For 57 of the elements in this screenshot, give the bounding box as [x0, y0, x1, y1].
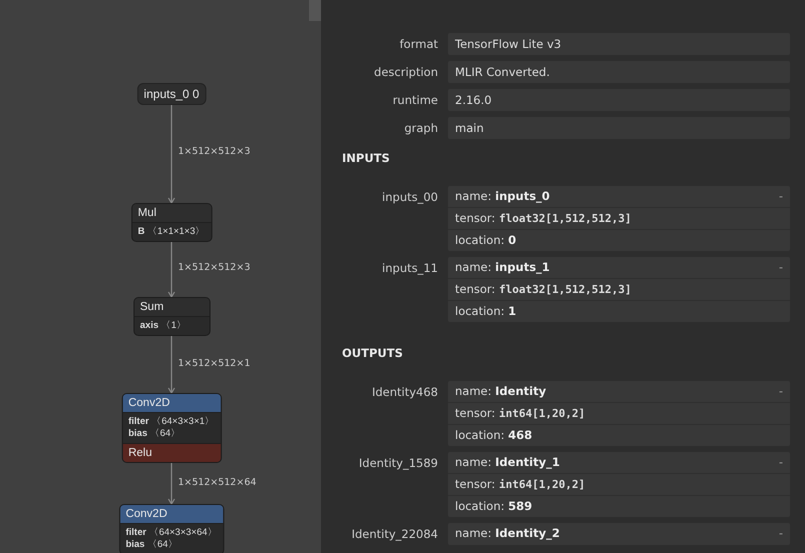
expand-toggle[interactable]: -	[778, 186, 783, 207]
argument-field: location: 1	[455, 301, 516, 322]
edge-label: 1×512×512×64	[178, 476, 256, 488]
property-label: format	[398, 36, 438, 53]
node-header[interactable]: Sum	[134, 298, 209, 316]
edge-label: 1×512×512×3	[178, 146, 250, 157]
section-heading: INPUTS	[342, 151, 391, 165]
argument-field: name: inputs_1	[455, 257, 550, 278]
expand-toggle[interactable]: -	[778, 381, 783, 402]
argument-field: tensor: float32[1,512,512,3]	[455, 279, 632, 300]
argument-label: inputs_11	[381, 260, 438, 277]
expand-toggle[interactable]: -	[778, 257, 783, 278]
section-heading: OUTPUTS	[342, 346, 404, 360]
scrollbar-thumb[interactable]	[309, 0, 321, 21]
edge-label: 1×512×512×1	[178, 358, 250, 368]
graph-node[interactable]: Conv2D filter 〈64×3×3×1〉 bias 〈64〉 Relu	[121, 393, 222, 463]
argument-field: name: Identity_1	[455, 452, 560, 473]
argument-field: name: inputs_0	[455, 186, 550, 207]
property-value: 2.16.0	[448, 89, 790, 111]
argument-field: location: 589	[455, 496, 532, 517]
graph-node[interactable]: Mul B 〈1×1×1×3〉	[130, 203, 212, 242]
argument-field: name: Identity	[455, 381, 546, 402]
activation-header[interactable]: Relu	[122, 443, 221, 462]
edge-label: 1×512×512×3	[178, 262, 250, 272]
node-attribute: filter 〈64×3×3×1〉	[128, 416, 215, 428]
argument-field: tensor: int64[1,20,2]	[455, 403, 586, 424]
property-value: MLIR Converted.	[448, 61, 790, 83]
graph-node[interactable]: Sum axis 〈1〉	[133, 297, 210, 336]
argument-field: tensor: float32[1,512,512,3]	[455, 208, 632, 229]
graph-node[interactable]: Conv2D filter 〈64×3×3×64〉 bias 〈64〉	[118, 504, 224, 553]
expand-toggle[interactable]: -	[778, 523, 783, 544]
node-attribute: axis 〈1〉	[140, 320, 186, 332]
node-attribute: bias 〈64〉	[128, 428, 181, 440]
argument-label: Identity_22084	[350, 526, 438, 543]
node-header[interactable]: Conv2D	[120, 505, 224, 523]
edge-arrow	[168, 336, 176, 394]
argument-field: tensor: int64[1,20,2]	[455, 474, 586, 495]
node-attribute: bias 〈64〉	[126, 539, 178, 551]
node-attribute: filter 〈64×3×3×64〉	[126, 527, 218, 539]
edge-arrow	[168, 463, 176, 506]
property-label: runtime	[392, 92, 438, 109]
node-header[interactable]: Mul	[132, 204, 212, 222]
property-value: main	[448, 117, 790, 139]
argument-field: name: Identity_2	[455, 523, 560, 544]
node-attribute: B 〈1×1×1×3〉	[138, 226, 206, 238]
argument-label: Identity_1589	[358, 455, 438, 472]
argument-field: location: 468	[455, 425, 532, 446]
node-header[interactable]: Conv2D	[122, 394, 221, 412]
edge-arrow	[168, 240, 176, 298]
input-node[interactable]: inputs_0 0	[136, 83, 206, 105]
argument-label: inputs_00	[381, 189, 438, 206]
argument-field: location: 0	[455, 230, 516, 251]
property-label: graph	[403, 120, 438, 137]
expand-toggle[interactable]: -	[778, 452, 783, 473]
property-value: TensorFlow Lite v3	[448, 33, 790, 55]
property-label: description	[373, 64, 438, 81]
argument-label: Identity468	[370, 384, 438, 401]
